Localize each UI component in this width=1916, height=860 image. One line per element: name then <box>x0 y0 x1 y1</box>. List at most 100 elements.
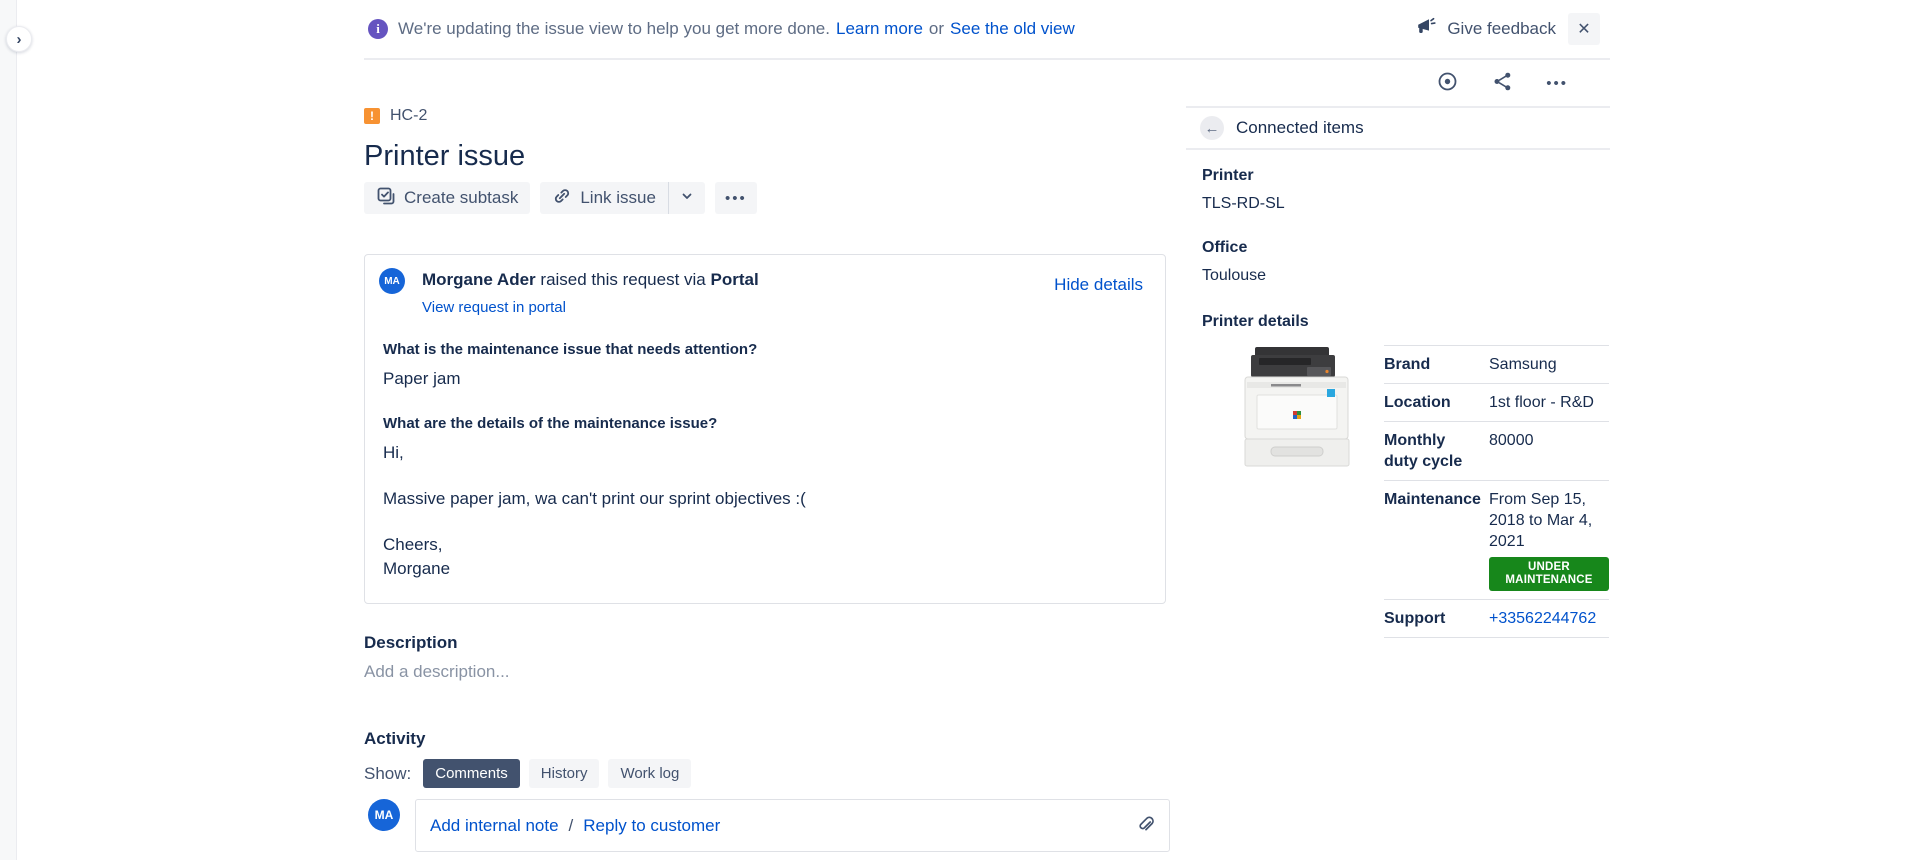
chevron-down-icon <box>679 188 695 209</box>
question-text: What is the maintenance issue that needs… <box>383 341 1143 358</box>
row-label: Location <box>1384 392 1489 413</box>
more-icon: ••• <box>725 191 747 206</box>
row-value: Samsung <box>1489 354 1609 375</box>
attachment-icon[interactable] <box>1134 813 1155 839</box>
row-value: From Sep 15, 2018 to Mar 4, 2021 UNDER M… <box>1489 489 1609 591</box>
give-feedback-button[interactable]: Give feedback <box>1416 16 1556 42</box>
tab-history[interactable]: History <box>529 759 600 788</box>
row-label: Brand <box>1384 354 1489 375</box>
eye-icon <box>1436 70 1459 96</box>
learn-more-link[interactable]: Learn more <box>836 19 923 39</box>
create-subtask-label: Create subtask <box>404 188 518 208</box>
connected-items-title: Connected items <box>1236 118 1364 138</box>
app-root: › i We're updating the issue view to hel… <box>0 0 1916 860</box>
tab-work-log[interactable]: Work log <box>608 759 691 788</box>
answer-text: Paper jam <box>383 367 1143 391</box>
reporter-name: Morgane Ader <box>422 270 536 289</box>
close-banner-button[interactable]: ✕ <box>1568 13 1600 45</box>
close-icon: ✕ <box>1577 21 1590 38</box>
table-row: Monthly duty cycle 80000 <box>1384 421 1609 480</box>
view-request-in-portal-link[interactable]: View request in portal <box>422 299 566 316</box>
left-sidebar-rail <box>0 0 17 860</box>
connected-items-panel: ••• ← Connected items Printer TLS-RD-SL … <box>1186 60 1610 638</box>
row-value: +33562244762 <box>1489 608 1609 629</box>
activity-filter-row: Show: Comments History Work log <box>364 759 1170 788</box>
megaphone-icon <box>1416 16 1437 42</box>
link-icon <box>552 186 572 211</box>
see-old-view-link[interactable]: See the old view <box>950 19 1075 39</box>
under-maintenance-badge: UNDER MAINTENANCE <box>1489 557 1609 591</box>
issue-key[interactable]: HC-2 <box>390 107 427 125</box>
add-internal-note-link[interactable]: Add internal note <box>430 816 559 836</box>
answer-text: Morgane <box>383 557 1143 581</box>
issue-type-icon[interactable]: ! <box>364 108 380 124</box>
row-value: 1st floor - R&D <box>1489 392 1609 413</box>
request-details-card: MA Morgane Ader raised this request via … <box>364 254 1166 604</box>
issue-title[interactable]: Printer issue <box>364 138 1170 174</box>
printer-details-label: Printer details <box>1202 313 1610 331</box>
more-actions-button[interactable]: ••• <box>715 182 757 214</box>
panel-more-button[interactable]: ••• <box>1544 74 1570 93</box>
link-issue-button[interactable]: Link issue <box>540 182 668 214</box>
panel-action-icons: ••• <box>1186 60 1610 106</box>
table-row: Brand Samsung <box>1384 345 1609 383</box>
request-channel: Portal <box>711 270 759 289</box>
answer-text: Hi, <box>383 441 1143 465</box>
chevron-right-icon: › <box>17 32 22 47</box>
connected-items-header: ← Connected items <box>1186 108 1610 148</box>
table-row: Maintenance From Sep 15, 2018 to Mar 4, … <box>1384 480 1609 599</box>
printer-field-value: TLS-RD-SL <box>1202 195 1610 213</box>
row-value: 80000 <box>1489 430 1609 472</box>
share-icon <box>1491 70 1514 96</box>
question-text: What are the details of the maintenance … <box>383 415 1143 432</box>
current-user-avatar[interactable]: MA <box>368 799 400 831</box>
description-label: Description <box>364 633 1170 653</box>
answer-text: Massive paper jam, wa can't print our sp… <box>383 487 1143 511</box>
expand-sidebar-button[interactable]: › <box>6 26 32 52</box>
info-icon: i <box>368 19 388 39</box>
issue-main-column: ! HC-2 Printer issue Create subtask <box>364 60 1170 860</box>
request-card-header: MA Morgane Ader raised this request via … <box>379 268 1143 317</box>
banner-message: We're updating the issue view to help yo… <box>398 19 830 39</box>
office-field-value: Toulouse <box>1202 267 1610 285</box>
share-button[interactable] <box>1489 68 1516 98</box>
back-arrow-icon: ← <box>1205 121 1220 136</box>
printer-field-label: Printer <box>1202 167 1610 185</box>
link-issue-label: Link issue <box>580 188 656 208</box>
more-icon: ••• <box>1546 76 1568 91</box>
show-label: Show: <box>364 764 411 784</box>
tab-comments[interactable]: Comments <box>423 759 520 788</box>
subtask-icon <box>376 186 396 211</box>
panel-divider <box>1186 148 1610 150</box>
table-row: Location 1st floor - R&D <box>1384 383 1609 421</box>
reply-to-customer-link[interactable]: Reply to customer <box>583 816 720 836</box>
request-questions: What is the maintenance issue that needs… <box>383 341 1143 581</box>
answer-text: Cheers, <box>383 533 1143 557</box>
row-label: Support <box>1384 608 1489 629</box>
banner-actions: Give feedback ✕ <box>1416 0 1600 58</box>
office-field-label: Office <box>1202 239 1610 257</box>
activity-label: Activity <box>364 729 1170 749</box>
back-button[interactable]: ← <box>1200 116 1224 140</box>
row-label: Monthly duty cycle <box>1384 430 1489 472</box>
watch-button[interactable] <box>1434 68 1461 98</box>
comment-links-separator: / <box>569 816 574 836</box>
maintenance-dates: From Sep 15, 2018 to Mar 4, 2021 <box>1489 491 1592 550</box>
comment-row: MA Add internal note / Reply to customer <box>364 799 1170 852</box>
printer-details-block: Brand Samsung Location 1st floor - R&D M… <box>1243 345 1610 638</box>
printer-details-table: Brand Samsung Location 1st floor - R&D M… <box>1384 345 1609 638</box>
printer-image <box>1243 345 1351 473</box>
create-subtask-button[interactable]: Create subtask <box>364 182 530 214</box>
update-banner: i We're updating the issue view to help … <box>0 0 1916 58</box>
description-placeholder[interactable]: Add a description... <box>364 662 1170 682</box>
link-issue-dropdown-button[interactable] <box>669 182 705 214</box>
hide-details-link[interactable]: Hide details <box>1054 275 1143 295</box>
issue-toolbar: Create subtask Link issue <box>364 182 1170 214</box>
raised-via-text: raised this request via <box>540 270 705 289</box>
table-row: Support +33562244762 <box>1384 599 1609 638</box>
support-phone-link[interactable]: +33562244762 <box>1489 610 1596 627</box>
reporter-avatar[interactable]: MA <box>379 268 405 294</box>
issue-key-row: ! HC-2 <box>364 107 1170 125</box>
raised-request-line: Morgane Ader raised this request via Por… <box>422 270 759 290</box>
comment-input[interactable]: Add internal note / Reply to customer <box>415 799 1170 852</box>
